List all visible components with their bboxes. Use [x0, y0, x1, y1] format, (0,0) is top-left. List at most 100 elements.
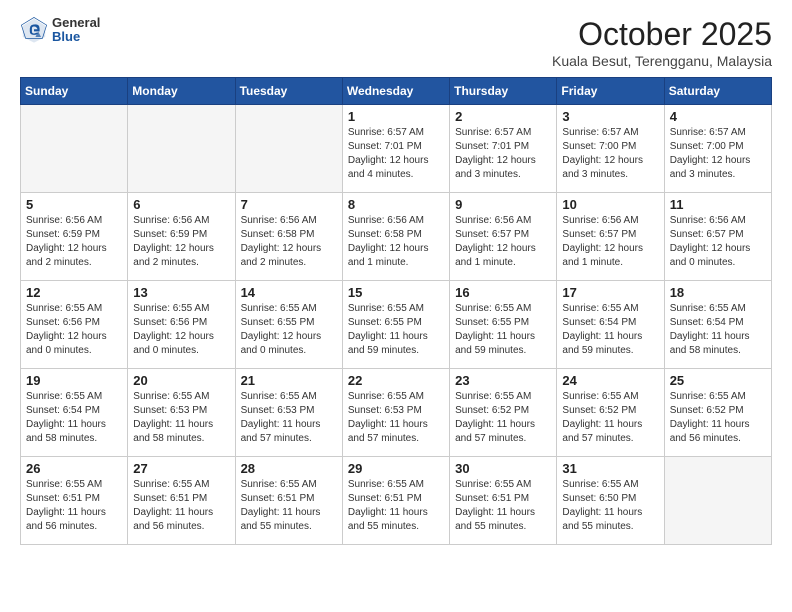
day-info: Sunrise: 6:56 AM Sunset: 6:58 PM Dayligh…: [348, 214, 444, 270]
day-info: Sunrise: 6:55 AM Sunset: 6:55 PM Dayligh…: [348, 302, 444, 358]
day-cell: 29 Sunrise: 6:55 AM Sunset: 6:51 PM Dayli…: [342, 457, 449, 545]
location: Kuala Besut, Terengganu, Malaysia: [552, 53, 772, 69]
day-number: 13: [133, 285, 229, 300]
day-cell: 30 Sunrise: 6:55 AM Sunset: 6:51 PM Dayli…: [450, 457, 557, 545]
day-number: 5: [26, 197, 122, 212]
day-cell: 19 Sunrise: 6:55 AM Sunset: 6:54 PM Dayli…: [21, 369, 128, 457]
week-row-4: 19 Sunrise: 6:55 AM Sunset: 6:54 PM Dayli…: [21, 369, 772, 457]
day-number: 31: [562, 461, 658, 476]
day-cell: 26Sunrise: 6:55 AM Sunset: 6:51 PM Dayli…: [21, 457, 128, 545]
day-cell: [128, 105, 235, 193]
day-number: 16: [455, 285, 551, 300]
day-number: 24: [562, 373, 658, 388]
day-cell: 2 Sunrise: 6:57 AM Sunset: 7:01 PM Daylig…: [450, 105, 557, 193]
day-number: 23: [455, 373, 551, 388]
day-info: Sunrise: 6:56 AM Sunset: 6:57 PM Dayligh…: [670, 214, 766, 270]
day-info: Sunrise: 6:55 AM Sunset: 6:56 PM Dayligh…: [26, 302, 122, 358]
day-number: 26: [26, 461, 122, 476]
day-number: 17: [562, 285, 658, 300]
header-saturday: Saturday: [664, 78, 771, 105]
day-info: Sunrise: 6:56 AM Sunset: 6:57 PM Dayligh…: [455, 214, 551, 270]
day-number: 14: [241, 285, 337, 300]
day-number: 18: [670, 285, 766, 300]
header-sunday: Sunday: [21, 78, 128, 105]
day-info: Sunrise: 6:55 AM Sunset: 6:51 PM Dayligh…: [455, 478, 551, 534]
day-number: 1: [348, 109, 444, 124]
title-area: October 2025 Kuala Besut, Terengganu, Ma…: [552, 16, 772, 69]
day-number: 22: [348, 373, 444, 388]
day-cell: 4Sunrise: 6:57 AM Sunset: 7:00 PM Daylig…: [664, 105, 771, 193]
day-cell: 22 Sunrise: 6:55 AM Sunset: 6:53 PM Dayli…: [342, 369, 449, 457]
day-number: 29: [348, 461, 444, 476]
header-monday: Monday: [128, 78, 235, 105]
day-info: Sunrise: 6:56 AM Sunset: 6:57 PM Dayligh…: [562, 214, 658, 270]
day-cell: 7Sunrise: 6:56 AM Sunset: 6:58 PM Daylig…: [235, 193, 342, 281]
day-info: Sunrise: 6:55 AM Sunset: 6:50 PM Dayligh…: [562, 478, 658, 534]
day-number: 15: [348, 285, 444, 300]
month-title: October 2025: [552, 16, 772, 53]
day-info: Sunrise: 6:56 AM Sunset: 6:59 PM Dayligh…: [133, 214, 229, 270]
day-cell: 31 Sunrise: 6:55 AM Sunset: 6:50 PM Dayli…: [557, 457, 664, 545]
day-cell: 16 Sunrise: 6:55 AM Sunset: 6:55 PM Dayli…: [450, 281, 557, 369]
day-info: Sunrise: 6:55 AM Sunset: 6:52 PM Dayligh…: [562, 390, 658, 446]
day-cell: 23 Sunrise: 6:55 AM Sunset: 6:52 PM Dayli…: [450, 369, 557, 457]
day-info: Sunrise: 6:55 AM Sunset: 6:54 PM Dayligh…: [26, 390, 122, 446]
day-number: 2: [455, 109, 551, 124]
day-info: Sunrise: 6:56 AM Sunset: 6:59 PM Dayligh…: [26, 214, 122, 270]
calendar-table: SundayMondayTuesdayWednesdayThursdayFrid…: [20, 77, 772, 545]
day-info: Sunrise: 6:55 AM Sunset: 6:53 PM Dayligh…: [348, 390, 444, 446]
day-info: Sunrise: 6:57 AM Sunset: 7:01 PM Dayligh…: [455, 126, 551, 182]
day-info: Sunrise: 6:55 AM Sunset: 6:52 PM Dayligh…: [455, 390, 551, 446]
week-row-1: 1 Sunrise: 6:57 AM Sunset: 7:01 PM Daylig…: [21, 105, 772, 193]
logo-text: General Blue: [52, 16, 100, 45]
day-cell: 24 Sunrise: 6:55 AM Sunset: 6:52 PM Dayli…: [557, 369, 664, 457]
day-info: Sunrise: 6:55 AM Sunset: 6:53 PM Dayligh…: [241, 390, 337, 446]
header-row: SundayMondayTuesdayWednesdayThursdayFrid…: [21, 78, 772, 105]
week-row-5: 26 Sunrise: 6:55 AM Sunset: 6:51 PM Dayli…: [21, 457, 772, 545]
day-number: 11: [670, 197, 766, 212]
day-number: 3: [562, 109, 658, 124]
day-cell: [664, 457, 771, 545]
day-number: 8: [348, 197, 444, 212]
day-cell: 8 Sunrise: 6:56 AM Sunset: 6:58 PM Daylig…: [342, 193, 449, 281]
day-cell: 12 Sunrise: 6:55 AM Sunset: 6:56 PM Dayli…: [21, 281, 128, 369]
day-info: Sunrise: 6:55 AM Sunset: 6:51 PM Dayligh…: [348, 478, 444, 534]
day-number: 12: [26, 285, 122, 300]
logo-general: General: [52, 16, 100, 30]
day-cell: [235, 105, 342, 193]
day-number: 25: [670, 373, 766, 388]
day-info: Sunrise: 6:57 AM Sunset: 7:01 PM Dayligh…: [348, 126, 444, 182]
day-number: 21: [241, 373, 337, 388]
day-cell: 17Sunrise: 6:55 AM Sunset: 6:54 PM Dayli…: [557, 281, 664, 369]
day-cell: 21 Sunrise: 6:55 AM Sunset: 6:53 PM Dayli…: [235, 369, 342, 457]
day-cell: 28 Sunrise: 6:55 AM Sunset: 6:51 PM Dayli…: [235, 457, 342, 545]
day-info: Sunrise: 6:55 AM Sunset: 6:53 PM Dayligh…: [133, 390, 229, 446]
day-number: 30: [455, 461, 551, 476]
day-info: Sunrise: 6:55 AM Sunset: 6:51 PM Dayligh…: [241, 478, 337, 534]
page-header: General Blue October 2025 Kuala Besut, T…: [20, 16, 772, 69]
day-cell: 3Sunrise: 6:57 AM Sunset: 7:00 PM Daylig…: [557, 105, 664, 193]
day-cell: 14Sunrise: 6:55 AM Sunset: 6:55 PM Dayli…: [235, 281, 342, 369]
day-cell: 25Sunrise: 6:55 AM Sunset: 6:52 PM Dayli…: [664, 369, 771, 457]
day-number: 10: [562, 197, 658, 212]
day-cell: [21, 105, 128, 193]
day-cell: 13Sunrise: 6:55 AM Sunset: 6:56 PM Dayli…: [128, 281, 235, 369]
day-number: 7: [241, 197, 337, 212]
day-cell: 5 Sunrise: 6:56 AM Sunset: 6:59 PM Daylig…: [21, 193, 128, 281]
header-wednesday: Wednesday: [342, 78, 449, 105]
day-number: 19: [26, 373, 122, 388]
day-number: 27: [133, 461, 229, 476]
day-info: Sunrise: 6:55 AM Sunset: 6:55 PM Dayligh…: [455, 302, 551, 358]
logo: General Blue: [20, 16, 100, 45]
header-friday: Friday: [557, 78, 664, 105]
logo-blue: Blue: [52, 30, 100, 44]
day-cell: 9Sunrise: 6:56 AM Sunset: 6:57 PM Daylig…: [450, 193, 557, 281]
week-row-2: 5 Sunrise: 6:56 AM Sunset: 6:59 PM Daylig…: [21, 193, 772, 281]
day-cell: 11 Sunrise: 6:56 AM Sunset: 6:57 PM Dayli…: [664, 193, 771, 281]
header-thursday: Thursday: [450, 78, 557, 105]
day-number: 4: [670, 109, 766, 124]
day-info: Sunrise: 6:55 AM Sunset: 6:54 PM Dayligh…: [670, 302, 766, 358]
day-number: 28: [241, 461, 337, 476]
day-cell: 1 Sunrise: 6:57 AM Sunset: 7:01 PM Daylig…: [342, 105, 449, 193]
day-cell: 6Sunrise: 6:56 AM Sunset: 6:59 PM Daylig…: [128, 193, 235, 281]
